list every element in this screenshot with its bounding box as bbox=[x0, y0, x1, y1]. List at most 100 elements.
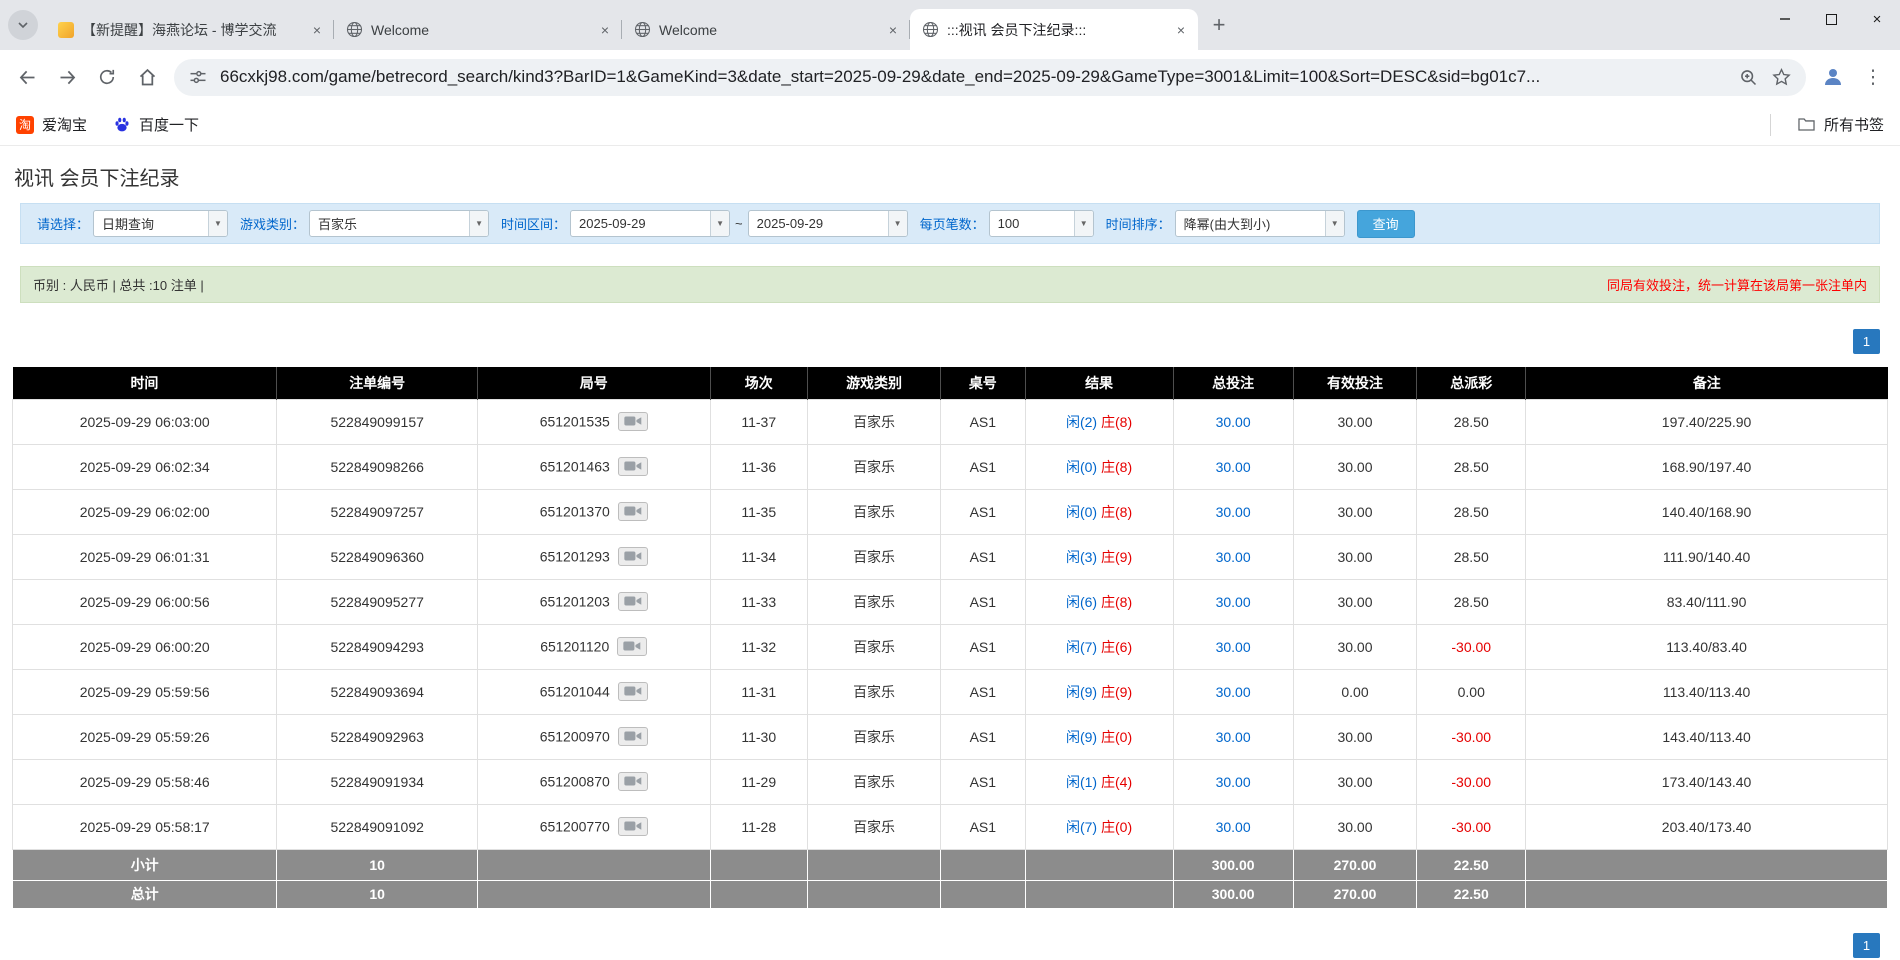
date-start-input[interactable]: 2025-09-29 ▼ bbox=[570, 210, 730, 237]
total-bet-link[interactable]: 30.00 bbox=[1216, 684, 1251, 700]
total-bet-link[interactable]: 30.00 bbox=[1216, 414, 1251, 430]
minimize-button[interactable] bbox=[1762, 0, 1808, 38]
all-bookmarks-button[interactable]: 所有书签 bbox=[1797, 114, 1884, 135]
video-replay-button[interactable] bbox=[618, 727, 648, 746]
home-button[interactable] bbox=[128, 58, 166, 96]
browser-tab-welcome-1[interactable]: Welcome × bbox=[334, 9, 622, 50]
cell-payout: 28.50 bbox=[1417, 399, 1526, 444]
close-button[interactable]: × bbox=[1854, 0, 1900, 38]
maximize-button[interactable] bbox=[1808, 0, 1854, 38]
result-player: 闲(7) bbox=[1066, 819, 1097, 835]
query-type-select[interactable]: 日期查询 ▼ bbox=[93, 210, 228, 237]
cell-game-type: 百家乐 bbox=[808, 759, 941, 804]
back-button[interactable] bbox=[8, 58, 46, 96]
profile-button[interactable] bbox=[1814, 58, 1852, 96]
bookmark-taobao[interactable]: 淘 爱淘宝 bbox=[16, 114, 87, 135]
cell-bet-id: 522849091934 bbox=[277, 759, 478, 804]
cell-note: 168.90/197.40 bbox=[1526, 444, 1888, 489]
new-tab-button[interactable]: + bbox=[1204, 10, 1234, 40]
total-bet-link[interactable]: 30.00 bbox=[1216, 639, 1251, 655]
browser-tab-betrecord-active[interactable]: :::视讯 会员下注纪录::: × bbox=[910, 9, 1198, 50]
three-dots-icon: ⋮ bbox=[1864, 66, 1883, 89]
table-body: 2025-09-29 06:03:00522849099157651201535… bbox=[13, 399, 1888, 849]
cell-game-type: 百家乐 bbox=[808, 579, 941, 624]
total-bet-link[interactable]: 30.00 bbox=[1216, 774, 1251, 790]
video-replay-button[interactable] bbox=[618, 502, 648, 521]
page-number-button[interactable]: 1 bbox=[1853, 933, 1880, 958]
window-controls: × bbox=[1762, 0, 1900, 38]
total-bet-link[interactable]: 30.00 bbox=[1216, 594, 1251, 610]
tab-close-icon[interactable]: × bbox=[308, 21, 326, 39]
video-replay-button[interactable] bbox=[618, 592, 648, 611]
camera-icon bbox=[624, 685, 642, 697]
chevron-down-icon[interactable]: ▼ bbox=[710, 211, 729, 236]
empty-cell bbox=[478, 880, 711, 908]
chevron-down-icon[interactable]: ▼ bbox=[888, 211, 907, 236]
result-banker: 庄(8) bbox=[1101, 459, 1132, 475]
summary-currency-text: 币别 : 人民币 | 总共 :10 注单 | bbox=[33, 275, 204, 294]
cell-payout: -30.00 bbox=[1417, 624, 1526, 669]
navigation-bar: 66cxkj98.com/game/betrecord_search/kind3… bbox=[0, 50, 1900, 104]
game-type-select[interactable]: 百家乐 ▼ bbox=[309, 210, 489, 237]
forward-button[interactable] bbox=[48, 58, 86, 96]
result-banker: 庄(6) bbox=[1101, 639, 1132, 655]
cell-time: 2025-09-29 05:58:46 bbox=[13, 759, 277, 804]
total-bet-link[interactable]: 30.00 bbox=[1216, 504, 1251, 520]
cell-bet-id: 522849092963 bbox=[277, 714, 478, 759]
browser-tab-forum[interactable]: 【新提醒】海燕论坛 - 博学交流 × bbox=[46, 9, 334, 50]
date-end-input[interactable]: 2025-09-29 ▼ bbox=[748, 210, 908, 237]
cell-valid-bet: 30.00 bbox=[1293, 534, 1417, 579]
video-replay-button[interactable] bbox=[618, 547, 648, 566]
header-round: 局号 bbox=[478, 367, 711, 399]
tab-search-button[interactable] bbox=[8, 10, 38, 40]
bookmark-label: 百度一下 bbox=[139, 114, 199, 135]
total-bet-link[interactable]: 30.00 bbox=[1216, 729, 1251, 745]
total-bet-link[interactable]: 30.00 bbox=[1216, 819, 1251, 835]
menu-button[interactable]: ⋮ bbox=[1854, 58, 1892, 96]
bookmark-baidu[interactable]: 百度一下 bbox=[113, 114, 199, 135]
round-number: 651200870 bbox=[540, 774, 610, 790]
cell-valid-bet: 30.00 bbox=[1293, 399, 1417, 444]
video-replay-button[interactable] bbox=[618, 412, 648, 431]
sort-select[interactable]: 降幂(由大到小) ▼ bbox=[1175, 210, 1345, 237]
table-row: 2025-09-29 06:00:20522849094293651201120… bbox=[13, 624, 1888, 669]
total-bet-link[interactable]: 30.00 bbox=[1216, 549, 1251, 565]
cell-result: 闲(1) 庄(4) bbox=[1025, 759, 1173, 804]
query-type-value: 日期查询 bbox=[94, 211, 208, 236]
tab-close-icon[interactable]: × bbox=[596, 21, 614, 39]
cell-game-type: 百家乐 bbox=[808, 804, 941, 849]
video-replay-button[interactable] bbox=[618, 682, 648, 701]
tab-close-icon[interactable]: × bbox=[884, 21, 902, 39]
refresh-button[interactable] bbox=[88, 58, 126, 96]
page-size-select[interactable]: 100 ▼ bbox=[989, 210, 1094, 237]
url-bar[interactable]: 66cxkj98.com/game/betrecord_search/kind3… bbox=[174, 59, 1806, 96]
cell-bet-id: 522849096360 bbox=[277, 534, 478, 579]
video-replay-button[interactable] bbox=[618, 772, 648, 791]
tab-title: Welcome bbox=[371, 22, 588, 38]
cell-total-bet: 30.00 bbox=[1173, 399, 1293, 444]
url-text[interactable]: 66cxkj98.com/game/betrecord_search/kind3… bbox=[220, 67, 1726, 87]
page-size-value: 100 bbox=[990, 211, 1074, 236]
chevron-down-icon[interactable]: ▼ bbox=[469, 211, 488, 236]
tab-close-icon[interactable]: × bbox=[1172, 21, 1190, 39]
chevron-down-icon[interactable]: ▼ bbox=[1325, 211, 1344, 236]
video-replay-button[interactable] bbox=[617, 637, 647, 656]
total-bet-link[interactable]: 30.00 bbox=[1216, 459, 1251, 475]
chevron-down-icon[interactable]: ▼ bbox=[208, 211, 227, 236]
globe-icon bbox=[634, 21, 651, 38]
cell-bet-id: 522849093694 bbox=[277, 669, 478, 714]
cell-result: 闲(7) 庄(0) bbox=[1025, 804, 1173, 849]
video-replay-button[interactable] bbox=[618, 817, 648, 836]
cell-table-no: AS1 bbox=[941, 444, 1025, 489]
zoom-icon[interactable] bbox=[1738, 67, 1759, 88]
chevron-down-icon[interactable]: ▼ bbox=[1074, 211, 1093, 236]
result-player: 闲(9) bbox=[1066, 684, 1097, 700]
cell-note: 111.90/140.40 bbox=[1526, 534, 1888, 579]
date-range-separator: ~ bbox=[735, 216, 743, 231]
page-number-button[interactable]: 1 bbox=[1853, 329, 1880, 354]
browser-tab-welcome-2[interactable]: Welcome × bbox=[622, 9, 910, 50]
video-replay-button[interactable] bbox=[618, 457, 648, 476]
bookmark-star-icon[interactable] bbox=[1771, 67, 1792, 88]
site-settings-icon[interactable] bbox=[188, 67, 208, 87]
search-button[interactable]: 查询 bbox=[1357, 210, 1415, 238]
